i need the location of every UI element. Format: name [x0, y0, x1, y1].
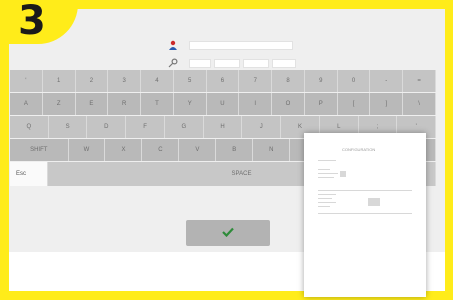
- shift-key[interactable]: SHIFT: [10, 139, 69, 161]
- key[interactable]: W: [68, 139, 106, 161]
- doc-line: [318, 202, 336, 203]
- doc-line: [318, 173, 338, 174]
- doc-line: [318, 177, 334, 178]
- password-segment[interactable]: [189, 58, 211, 68]
- doc-line: [368, 198, 380, 206]
- document-title: CONFIGURATION: [342, 147, 376, 152]
- key[interactable]: ]: [370, 93, 404, 115]
- doc-line: [318, 213, 412, 214]
- password-field[interactable]: [189, 58, 296, 68]
- key[interactable]: -: [370, 70, 404, 92]
- check-icon: [222, 224, 234, 242]
- key[interactable]: =: [403, 70, 436, 92]
- password-segment[interactable]: [243, 58, 269, 68]
- doc-line: [318, 198, 332, 199]
- keyboard-row: A Z E R T Y U I O P [ ] \: [10, 93, 436, 115]
- key[interactable]: S: [48, 116, 88, 138]
- doc-line: [318, 190, 412, 191]
- key-icon: [166, 56, 180, 70]
- key[interactable]: A: [10, 93, 43, 115]
- key[interactable]: T: [141, 93, 174, 115]
- key[interactable]: ‘: [10, 70, 43, 92]
- username-row: [166, 38, 293, 52]
- key[interactable]: V: [179, 139, 217, 161]
- key[interactable]: 3: [108, 70, 142, 92]
- key[interactable]: Y: [173, 93, 207, 115]
- key[interactable]: 2: [75, 70, 109, 92]
- doc-line: [340, 171, 346, 177]
- doc-line: [318, 160, 336, 161]
- key[interactable]: J: [242, 116, 282, 138]
- key[interactable]: U: [206, 93, 240, 115]
- key[interactable]: H: [203, 116, 243, 138]
- key[interactable]: Q: [10, 116, 49, 138]
- key[interactable]: P: [304, 93, 338, 115]
- password-row: [166, 56, 296, 70]
- key[interactable]: [: [337, 93, 371, 115]
- key[interactable]: D: [87, 116, 127, 138]
- key[interactable]: 8: [272, 70, 305, 92]
- key[interactable]: O: [272, 93, 305, 115]
- key[interactable]: 9: [304, 70, 338, 92]
- user-icon: [166, 38, 180, 52]
- key[interactable]: R: [108, 93, 142, 115]
- document-preview[interactable]: CONFIGURATION: [304, 133, 426, 297]
- key[interactable]: 1: [42, 70, 76, 92]
- key[interactable]: 5: [173, 70, 207, 92]
- key[interactable]: Z: [42, 93, 76, 115]
- key[interactable]: N: [253, 139, 291, 161]
- esc-key[interactable]: Esc: [10, 162, 48, 186]
- key[interactable]: 6: [206, 70, 240, 92]
- key[interactable]: G: [164, 116, 204, 138]
- key[interactable]: 7: [239, 70, 273, 92]
- key[interactable]: X: [105, 139, 143, 161]
- doc-line: [318, 206, 330, 207]
- key[interactable]: E: [75, 93, 109, 115]
- doc-line: [318, 194, 336, 195]
- step-number: 3: [18, 0, 46, 44]
- username-field[interactable]: [189, 40, 293, 50]
- key[interactable]: \: [403, 93, 436, 115]
- password-segment[interactable]: [272, 58, 296, 68]
- key[interactable]: C: [142, 139, 180, 161]
- key[interactable]: I: [239, 93, 273, 115]
- key[interactable]: 4: [141, 70, 174, 92]
- password-segment[interactable]: [214, 58, 240, 68]
- key[interactable]: 0: [337, 70, 371, 92]
- keyboard-row: ‘ 1 2 3 4 5 6 7 8 9 0 - =: [10, 70, 436, 92]
- key[interactable]: B: [216, 139, 254, 161]
- key[interactable]: F: [126, 116, 165, 138]
- doc-line: [318, 169, 330, 170]
- enter-button[interactable]: [186, 220, 270, 246]
